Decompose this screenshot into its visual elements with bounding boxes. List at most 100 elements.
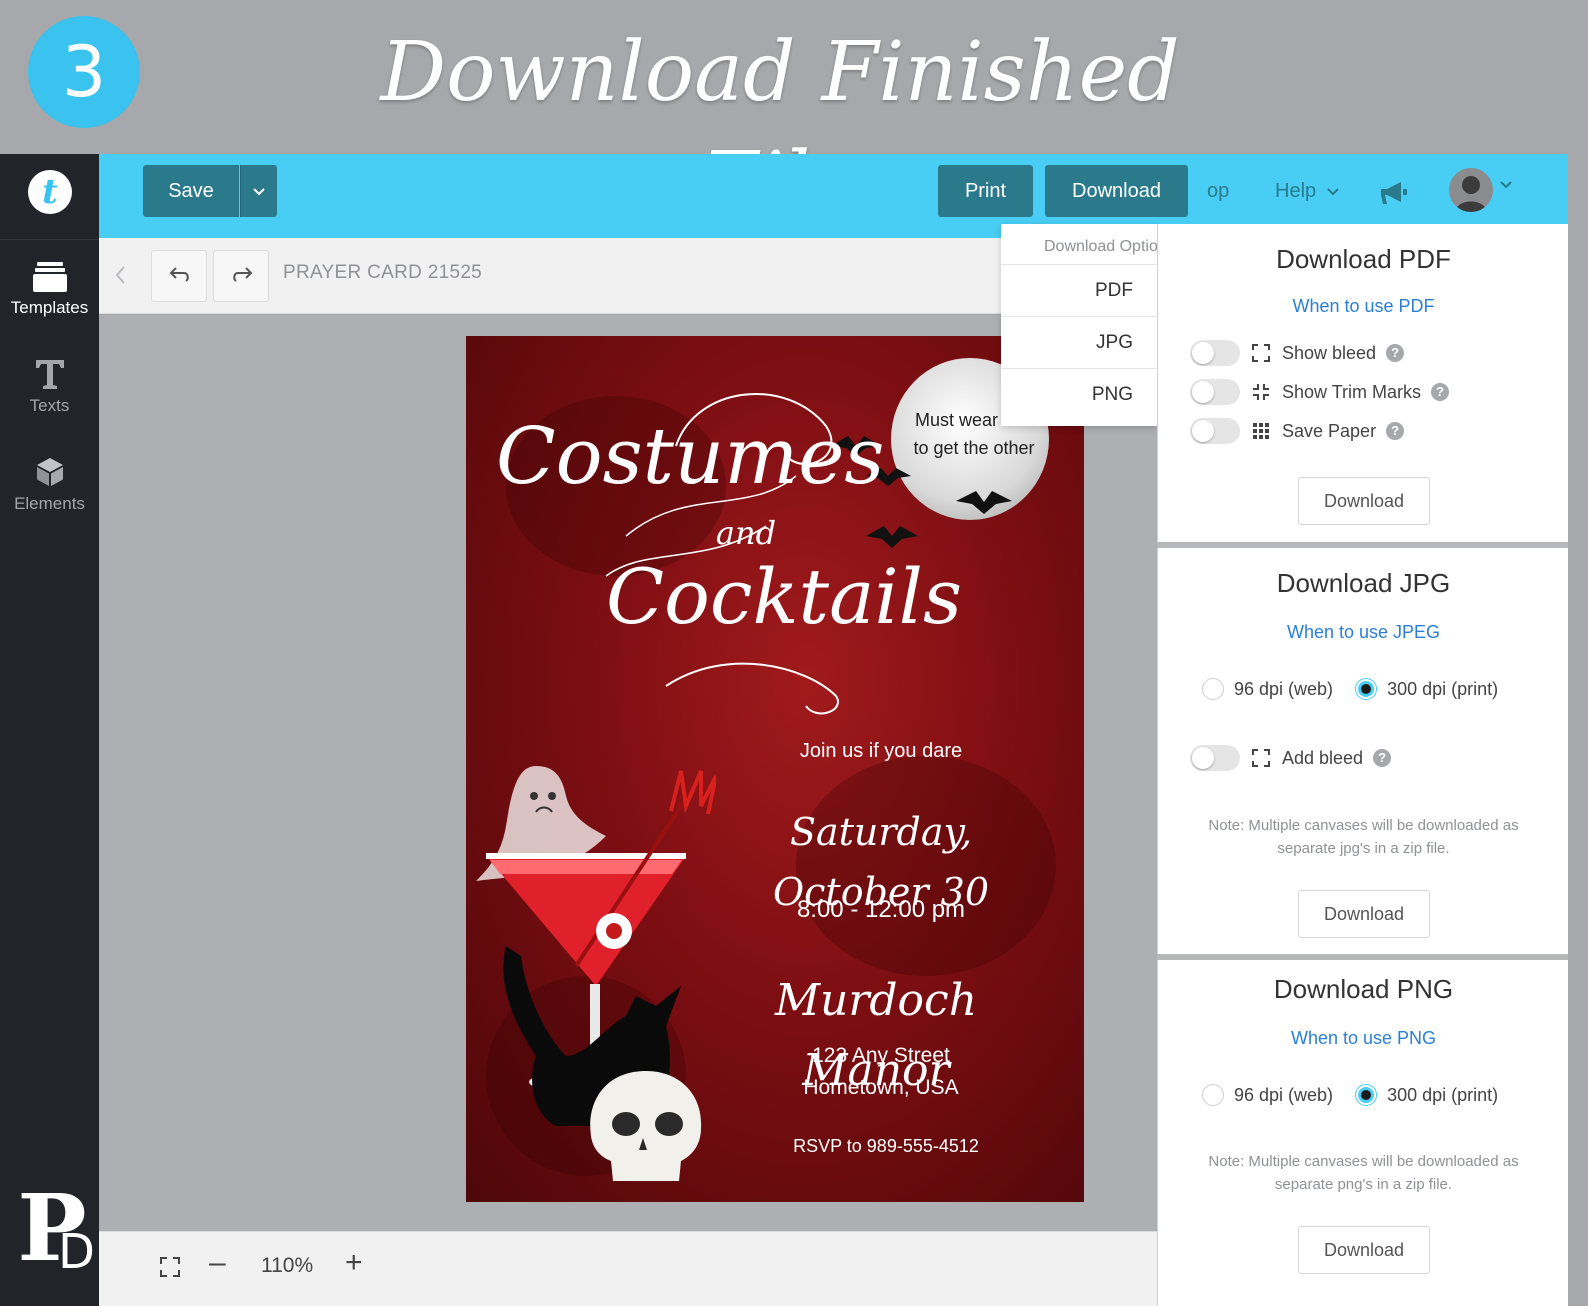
png-dpi-options: 96 dpi (web) 300 dpi (print) — [1202, 1084, 1498, 1106]
png-96dpi-radio[interactable] — [1202, 1084, 1224, 1106]
trim-marks-icon — [1250, 383, 1272, 401]
bleed-icon — [1250, 749, 1272, 767]
download-pdf-button[interactable]: Download — [1298, 477, 1430, 525]
sidebar-item-texts[interactable]: Texts — [0, 358, 99, 416]
help-icon[interactable]: ? — [1386, 344, 1405, 362]
elements-icon — [36, 458, 63, 486]
show-bleed-option: Show bleed ? — [1190, 338, 1405, 368]
download-jpg-button[interactable]: Download — [1298, 890, 1430, 938]
jpg-96dpi-radio[interactable] — [1202, 678, 1224, 700]
brand-letter-d: D — [58, 1224, 95, 1280]
option-label: Show Trim Marks — [1282, 381, 1422, 402]
invitation-card-design[interactable]: Must wear one to get the other Costumes … — [466, 336, 1084, 1202]
card-address-line-2: Hometown, USA — [803, 1076, 959, 1099]
option-label: Add bleed — [1282, 747, 1364, 768]
panel-title: Download JPG — [1276, 568, 1451, 598]
show-trim-marks-option: Show Trim Marks ? — [1190, 377, 1450, 407]
help-menu[interactable]: Help — [1275, 165, 1340, 217]
card-address-line-1: 123 Any Street — [812, 1044, 950, 1067]
dropdown-header: Download Options — [1044, 238, 1157, 255]
bleed-icon — [1250, 344, 1272, 362]
help-label: Help — [1275, 180, 1317, 202]
help-icon[interactable]: ? — [1431, 383, 1450, 401]
download-png-button[interactable]: Download — [1298, 1226, 1430, 1274]
document-title[interactable]: PRAYER CARD 21525 — [283, 262, 482, 284]
radio-label: 300 dpi (print) — [1387, 678, 1499, 699]
when-to-use-pdf-link[interactable]: When to use PDF — [1158, 296, 1569, 317]
card-address: 123 Any Street Hometown, USA — [766, 1040, 996, 1104]
download-button[interactable]: Download — [1045, 165, 1188, 217]
jpg-300dpi-radio[interactable] — [1355, 678, 1378, 700]
add-bleed-option: Add bleed ? — [1190, 743, 1392, 773]
chevron-left-icon[interactable] — [113, 264, 127, 286]
undo-icon — [169, 267, 189, 282]
radio-label: 96 dpi (web) — [1234, 678, 1334, 699]
app-logo-icon: t — [28, 170, 72, 214]
text-icon — [35, 360, 64, 389]
sidebar-item-label: Texts — [29, 396, 70, 415]
download-option-jpg[interactable]: JPG — [1001, 316, 1157, 368]
jpg-note: Note: Multiple canvases will be download… — [1208, 817, 1519, 857]
redo-button[interactable] — [213, 250, 269, 302]
download-jpg-panel: Download JPG When to use JPEG 96 dpi (we… — [1157, 548, 1568, 954]
document-toolbar: PRAYER CARD 21525 — [99, 238, 1157, 314]
fit-to-screen-icon[interactable] — [159, 1256, 181, 1278]
zoom-in-button[interactable]: + — [345, 1246, 363, 1280]
option-label: Show bleed — [1282, 342, 1377, 363]
when-to-use-jpeg-link[interactable]: When to use JPEG — [1158, 622, 1569, 643]
save-paper-option: Save Paper ? — [1190, 416, 1405, 446]
brand-watermark-logo: P D — [6, 1164, 98, 1292]
when-to-use-png-link[interactable]: When to use PNG — [1158, 1028, 1569, 1049]
step-number-badge: 3 — [28, 16, 140, 128]
radio-label: 96 dpi (web) — [1234, 1084, 1334, 1105]
user-silhouette-icon — [1455, 176, 1487, 212]
download-option-png[interactable]: PNG — [1001, 368, 1157, 420]
megaphone-icon[interactable] — [1379, 180, 1409, 206]
chevron-down-icon[interactable] — [1499, 180, 1513, 190]
card-title-costumes: Costumes — [496, 412, 885, 502]
undo-button[interactable] — [151, 250, 207, 302]
design-canvas-area: Must wear one to get the other Costumes … — [99, 315, 1157, 1231]
app-logo[interactable]: t — [0, 154, 99, 240]
download-pdf-panel: Download PDF When to use PDF Show bleed … — [1157, 224, 1568, 542]
help-icon[interactable]: ? — [1386, 422, 1405, 440]
card-rsvp: RSVP to 989-555-4512 — [793, 1136, 979, 1156]
help-icon[interactable]: ? — [1373, 749, 1392, 767]
left-sidebar: t Templates Texts Elements P D — [0, 154, 99, 1306]
download-options-dropdown: Download Options PDF JPG PNG — [1001, 224, 1157, 426]
save-paper-toggle[interactable] — [1190, 418, 1240, 444]
card-time: 8:00 - 12:00 pm — [796, 896, 966, 923]
sidebar-item-label: Elements — [14, 494, 85, 513]
print-button[interactable]: Print — [938, 165, 1033, 217]
zoom-level: 110% — [261, 1254, 314, 1277]
skull-graphic — [590, 1071, 702, 1181]
save-button[interactable]: Save — [143, 165, 239, 217]
zoom-controls: – 110% + — [99, 1231, 1157, 1306]
save-options-button[interactable] — [240, 165, 277, 217]
sidebar-item-templates[interactable]: Templates — [0, 260, 99, 318]
jpg-dpi-options: 96 dpi (web) 300 dpi (print) — [1202, 678, 1498, 700]
templates-icon — [32, 262, 67, 292]
user-avatar[interactable] — [1449, 168, 1493, 212]
redo-icon — [233, 267, 253, 282]
sidebar-item-elements[interactable]: Elements — [0, 456, 99, 514]
png-note: Note: Multiple canvases will be download… — [1208, 1153, 1519, 1193]
show-trim-marks-toggle[interactable] — [1190, 379, 1240, 405]
panel-title: Download PDF — [1276, 244, 1451, 274]
add-bleed-toggle[interactable] — [1190, 745, 1240, 771]
grid-icon — [1250, 423, 1272, 439]
chevron-down-icon — [253, 188, 265, 196]
card-invite-text: Join us if you dare — [799, 740, 963, 762]
show-bleed-toggle[interactable] — [1190, 340, 1240, 366]
zoom-out-button[interactable]: – — [209, 1246, 226, 1280]
download-png-panel: Download PNG When to use PNG 96 dpi (web… — [1157, 960, 1568, 1306]
instruction-banner: 3 Download Finished File — [0, 0, 1588, 230]
png-300dpi-radio[interactable] — [1355, 1084, 1378, 1106]
sidebar-item-label: Templates — [10, 298, 89, 317]
option-label: Save Paper — [1282, 420, 1377, 441]
panel-title: Download PNG — [1273, 974, 1454, 1004]
card-title-cocktails: Cocktails — [606, 552, 962, 641]
toolbar-link-op[interactable]: op — [1207, 165, 1229, 217]
download-option-pdf[interactable]: PDF — [1001, 264, 1157, 316]
chevron-down-icon — [1326, 188, 1339, 196]
